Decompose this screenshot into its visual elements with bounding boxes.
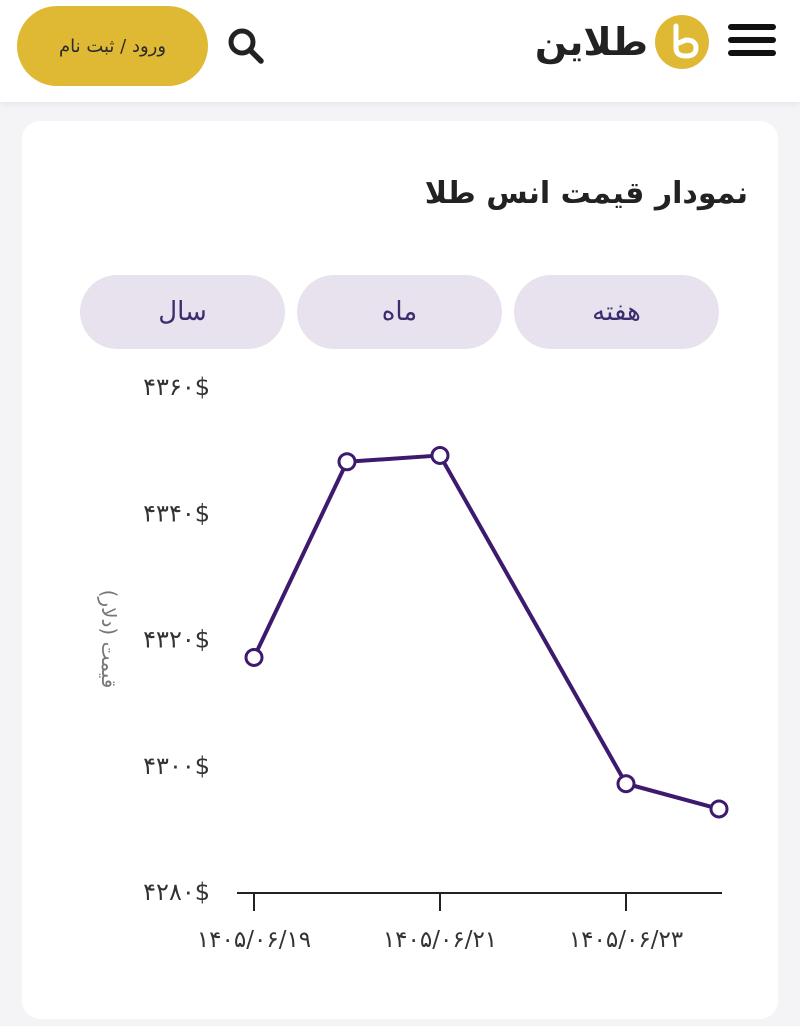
x-tick-label: ۱۴۰۵/۰۶/۱۹ [197, 927, 311, 953]
y-tick-label: ۴۳۰۰$ [143, 752, 210, 780]
logo-text: طلاین [534, 20, 649, 64]
data-point[interactable] [430, 445, 450, 465]
y-tick-label: ۴۲۸۰$ [143, 878, 210, 906]
y-tick-label: ۴۳۴۰$ [143, 499, 210, 527]
logo-mark-icon [655, 15, 709, 69]
x-tick-label: ۱۴۰۵/۰۶/۲۱ [383, 927, 497, 953]
x-tick-label: ۱۴۰۵/۰۶/۲۳ [569, 927, 683, 953]
app-header: ورود / ثبت نام طلاین [0, 0, 800, 102]
y-axis-label: قیمت (دلار) [97, 590, 121, 689]
data-point[interactable] [616, 774, 636, 794]
site-logo[interactable]: طلاین [508, 10, 712, 74]
data-point[interactable] [337, 452, 357, 472]
hamburger-menu-icon[interactable] [726, 18, 778, 62]
y-tick-label: ۴۳۶۰$ [143, 373, 210, 401]
search-icon[interactable] [222, 22, 270, 70]
series-line [252, 453, 720, 811]
price-line-chart: ۴۲۸۰$ ۴۳۰۰$ ۴۳۲۰$ ۴۳۴۰$ ۴۳۶۰$ قیمت (دلار) ۱۴… [97, 373, 729, 953]
y-tick-label: ۴۳۲۰$ [143, 626, 210, 654]
login-register-button[interactable]: ورود / ثبت نام [17, 6, 208, 86]
data-point[interactable] [709, 799, 729, 819]
gold-ounce-chart-card: نمودار قیمت انس طلا هفته ماه سال ۴۲۸۰$ ۴۳… [22, 121, 778, 1019]
data-point[interactable] [244, 647, 264, 667]
